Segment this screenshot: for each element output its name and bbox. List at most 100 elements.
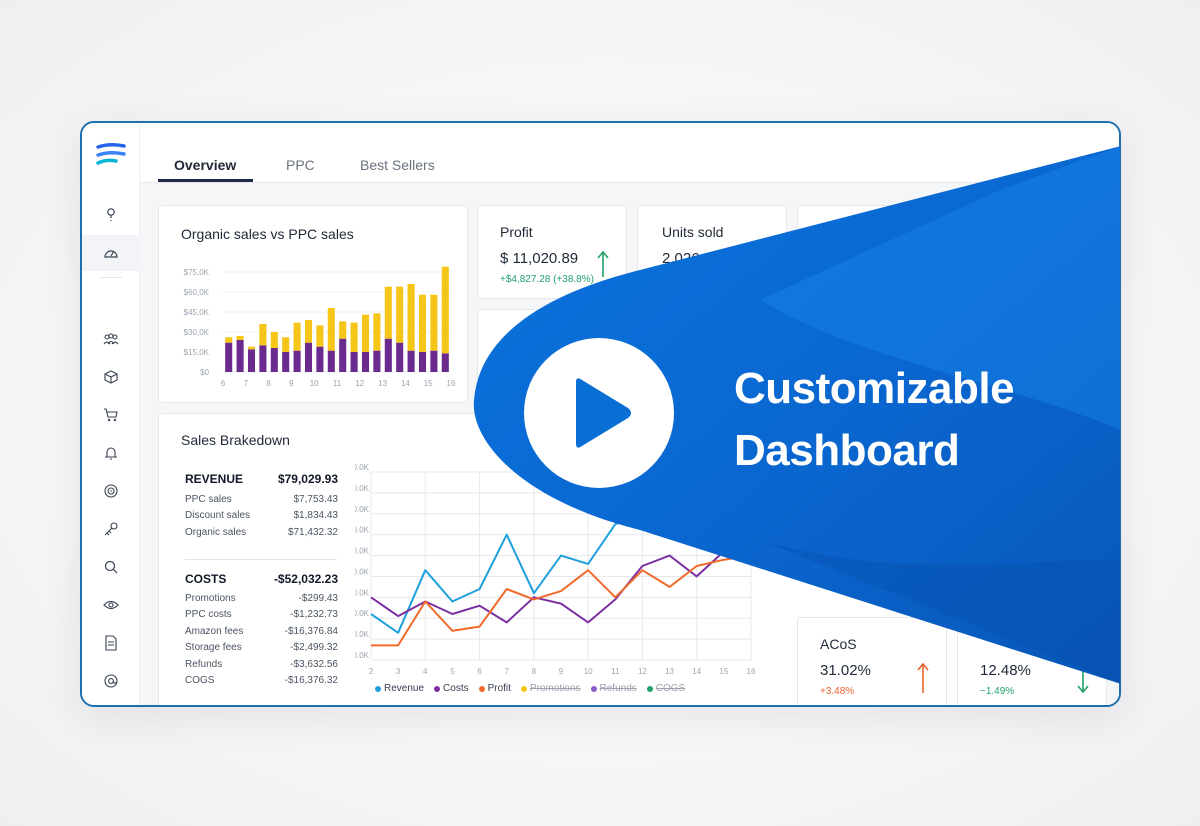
document-icon[interactable] xyxy=(82,625,140,661)
acos-label: ACoS xyxy=(820,636,857,652)
promo-headline: Customizable Dashboard xyxy=(734,358,1015,482)
bar xyxy=(259,324,267,346)
breakdown-title: Sales Brakedown xyxy=(181,432,290,448)
arrow-down-icon xyxy=(1077,667,1089,694)
bar xyxy=(407,284,415,351)
legend-dot-costs xyxy=(434,685,441,692)
promotions-value: -$299.43 xyxy=(298,593,338,604)
at-sign-icon[interactable] xyxy=(82,663,140,699)
bar-x-tick: 13 xyxy=(378,379,387,388)
bar xyxy=(350,352,358,372)
tab-best-sellers[interactable]: Best Sellers xyxy=(360,157,435,173)
acos-card[interactable]: ACoS 31.02% +3.48% xyxy=(797,617,947,705)
line-y-tick: $80.0K xyxy=(355,464,370,472)
bell-icon[interactable] xyxy=(82,435,140,471)
legend-refunds-label: Refunds xyxy=(599,683,637,694)
bar-y-tick: $30,0K xyxy=(184,328,210,337)
line-chart-legend: Revenue Costs Profit Promotions Refunds … xyxy=(375,683,685,694)
profit-label: Profit xyxy=(500,224,533,240)
box-icon[interactable] xyxy=(82,359,140,395)
dashboard-gauge-icon[interactable] xyxy=(82,235,140,271)
help-icon[interactable] xyxy=(82,197,140,233)
legend-revenue-label: Revenue xyxy=(384,683,425,694)
legend-dot-cogs xyxy=(646,685,653,692)
line-x-tick: 16 xyxy=(747,667,756,676)
users-icon[interactable] xyxy=(82,321,140,357)
arrow-up-icon xyxy=(917,662,929,693)
bar xyxy=(247,349,256,372)
bar xyxy=(396,342,404,372)
line-y-tick: $60.0K xyxy=(355,505,370,514)
bar xyxy=(361,314,370,352)
line-y-tick: $40.0K xyxy=(355,547,370,556)
cart-icon[interactable] xyxy=(82,397,140,433)
line-x-tick: 7 xyxy=(504,667,509,676)
bar xyxy=(384,286,392,339)
bar-y-tick: $0 xyxy=(200,368,209,377)
organic-vs-ppc-card: Organic sales vs PPC sales $75,0K $60,0K $… xyxy=(158,205,468,403)
bar xyxy=(327,308,335,351)
legend-costs[interactable]: Costs xyxy=(434,683,469,694)
bar xyxy=(236,336,244,340)
series-line-profit xyxy=(371,554,752,647)
profit-value: $ 11,020.89 xyxy=(500,250,579,267)
series-line-costs xyxy=(370,546,752,624)
bar xyxy=(270,332,278,348)
legend-promotions-label: Promotions xyxy=(529,683,581,694)
ppc-sales-value: $7,753.43 xyxy=(293,494,339,505)
profit-delta: +$4,827.28 (+38.8%) xyxy=(500,274,594,285)
costs-total: -$52,032.23 xyxy=(273,572,338,586)
legend-dot-profit xyxy=(478,685,485,692)
line-x-tick: 9 xyxy=(559,667,564,676)
ppc-costs-label: PPC costs xyxy=(185,609,232,620)
bar xyxy=(418,352,427,372)
key-icon[interactable] xyxy=(82,511,140,547)
units-sold-card[interactable]: Units sold 2,026 xyxy=(637,205,787,299)
organic-sales-label: Organic sales xyxy=(185,527,247,538)
legend-revenue[interactable]: Revenue xyxy=(375,683,424,694)
line-y-tick: $30.0K xyxy=(355,567,370,576)
line-y-tick: $0.0K xyxy=(355,630,370,639)
bar xyxy=(225,337,233,343)
target-icon[interactable] xyxy=(82,473,140,509)
active-tab-indicator xyxy=(158,179,253,182)
bar xyxy=(430,294,438,351)
bar xyxy=(350,322,358,352)
search-icon[interactable] xyxy=(82,549,140,585)
legend-promotions[interactable]: Promotions xyxy=(520,683,581,694)
bar-x-tick: 6 xyxy=(221,379,226,388)
bar xyxy=(304,320,313,343)
breakdown-divider xyxy=(185,559,337,560)
tab-bar: Overview PPC Best Sellers xyxy=(140,123,1119,183)
app-logo-icon[interactable] xyxy=(96,141,126,169)
bar-x-tick: 10 xyxy=(310,379,319,388)
legend-dot-promotions xyxy=(520,685,527,692)
line-x-tick: 14 xyxy=(692,667,701,676)
line-x-tick: 3 xyxy=(396,667,401,676)
eye-icon[interactable] xyxy=(82,587,140,623)
legend-cogs[interactable]: COGS xyxy=(646,683,685,694)
revenue-heading: REVENUE xyxy=(185,472,244,486)
profit-card[interactable]: Profit $ 11,020.89 +$4,827.28 (+38.8%) xyxy=(477,205,627,299)
bar xyxy=(270,348,278,372)
legend-refunds[interactable]: Refunds xyxy=(590,683,637,694)
bar xyxy=(396,286,404,343)
line-y-tick: $70.0K xyxy=(355,484,370,493)
tab-overview[interactable]: Overview xyxy=(174,157,236,173)
units-sold-label: Units sold xyxy=(662,224,724,240)
tab-ppc[interactable]: PPC xyxy=(286,157,315,173)
bar xyxy=(247,346,256,350)
bar-y-tick: $75,0K xyxy=(184,268,210,277)
bar xyxy=(339,321,347,339)
play-button[interactable] xyxy=(524,338,674,488)
bar-x-tick: 7 xyxy=(244,379,249,388)
bar xyxy=(384,338,392,372)
legend-profit[interactable]: Profit xyxy=(478,683,511,694)
revenue-total: $79,029.93 xyxy=(277,472,338,486)
tacos-card[interactable]: 12.48% −1.49% xyxy=(957,617,1107,705)
bar-y-tick: $15,0K xyxy=(184,348,210,357)
legend-profit-label: Profit xyxy=(487,683,511,694)
bar-x-tick: 15 xyxy=(424,379,433,388)
tacos-delta: −1.49% xyxy=(980,686,1015,697)
promotions-label: Promotions xyxy=(185,593,236,604)
